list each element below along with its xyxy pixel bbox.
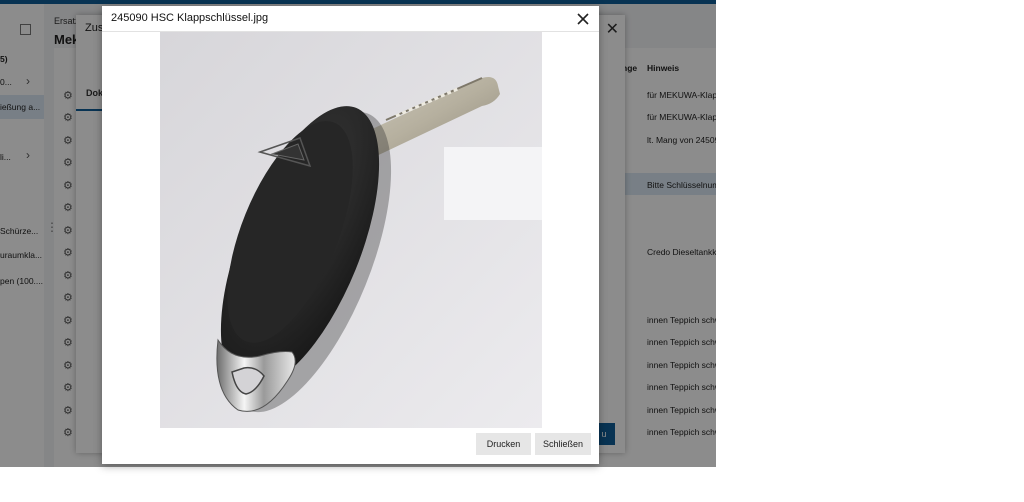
dialog-title: 245090 HSC Klappschlüssel.jpg — [111, 12, 269, 24]
image-viewer-dialog: 245090 HSC Klappschlüssel.jpg Drucken Sc… — [102, 6, 599, 464]
close-button[interactable]: Schließen — [535, 433, 591, 455]
key-photo — [160, 32, 542, 428]
close-icon[interactable] — [573, 9, 593, 29]
print-button[interactable]: Drucken — [476, 433, 531, 455]
